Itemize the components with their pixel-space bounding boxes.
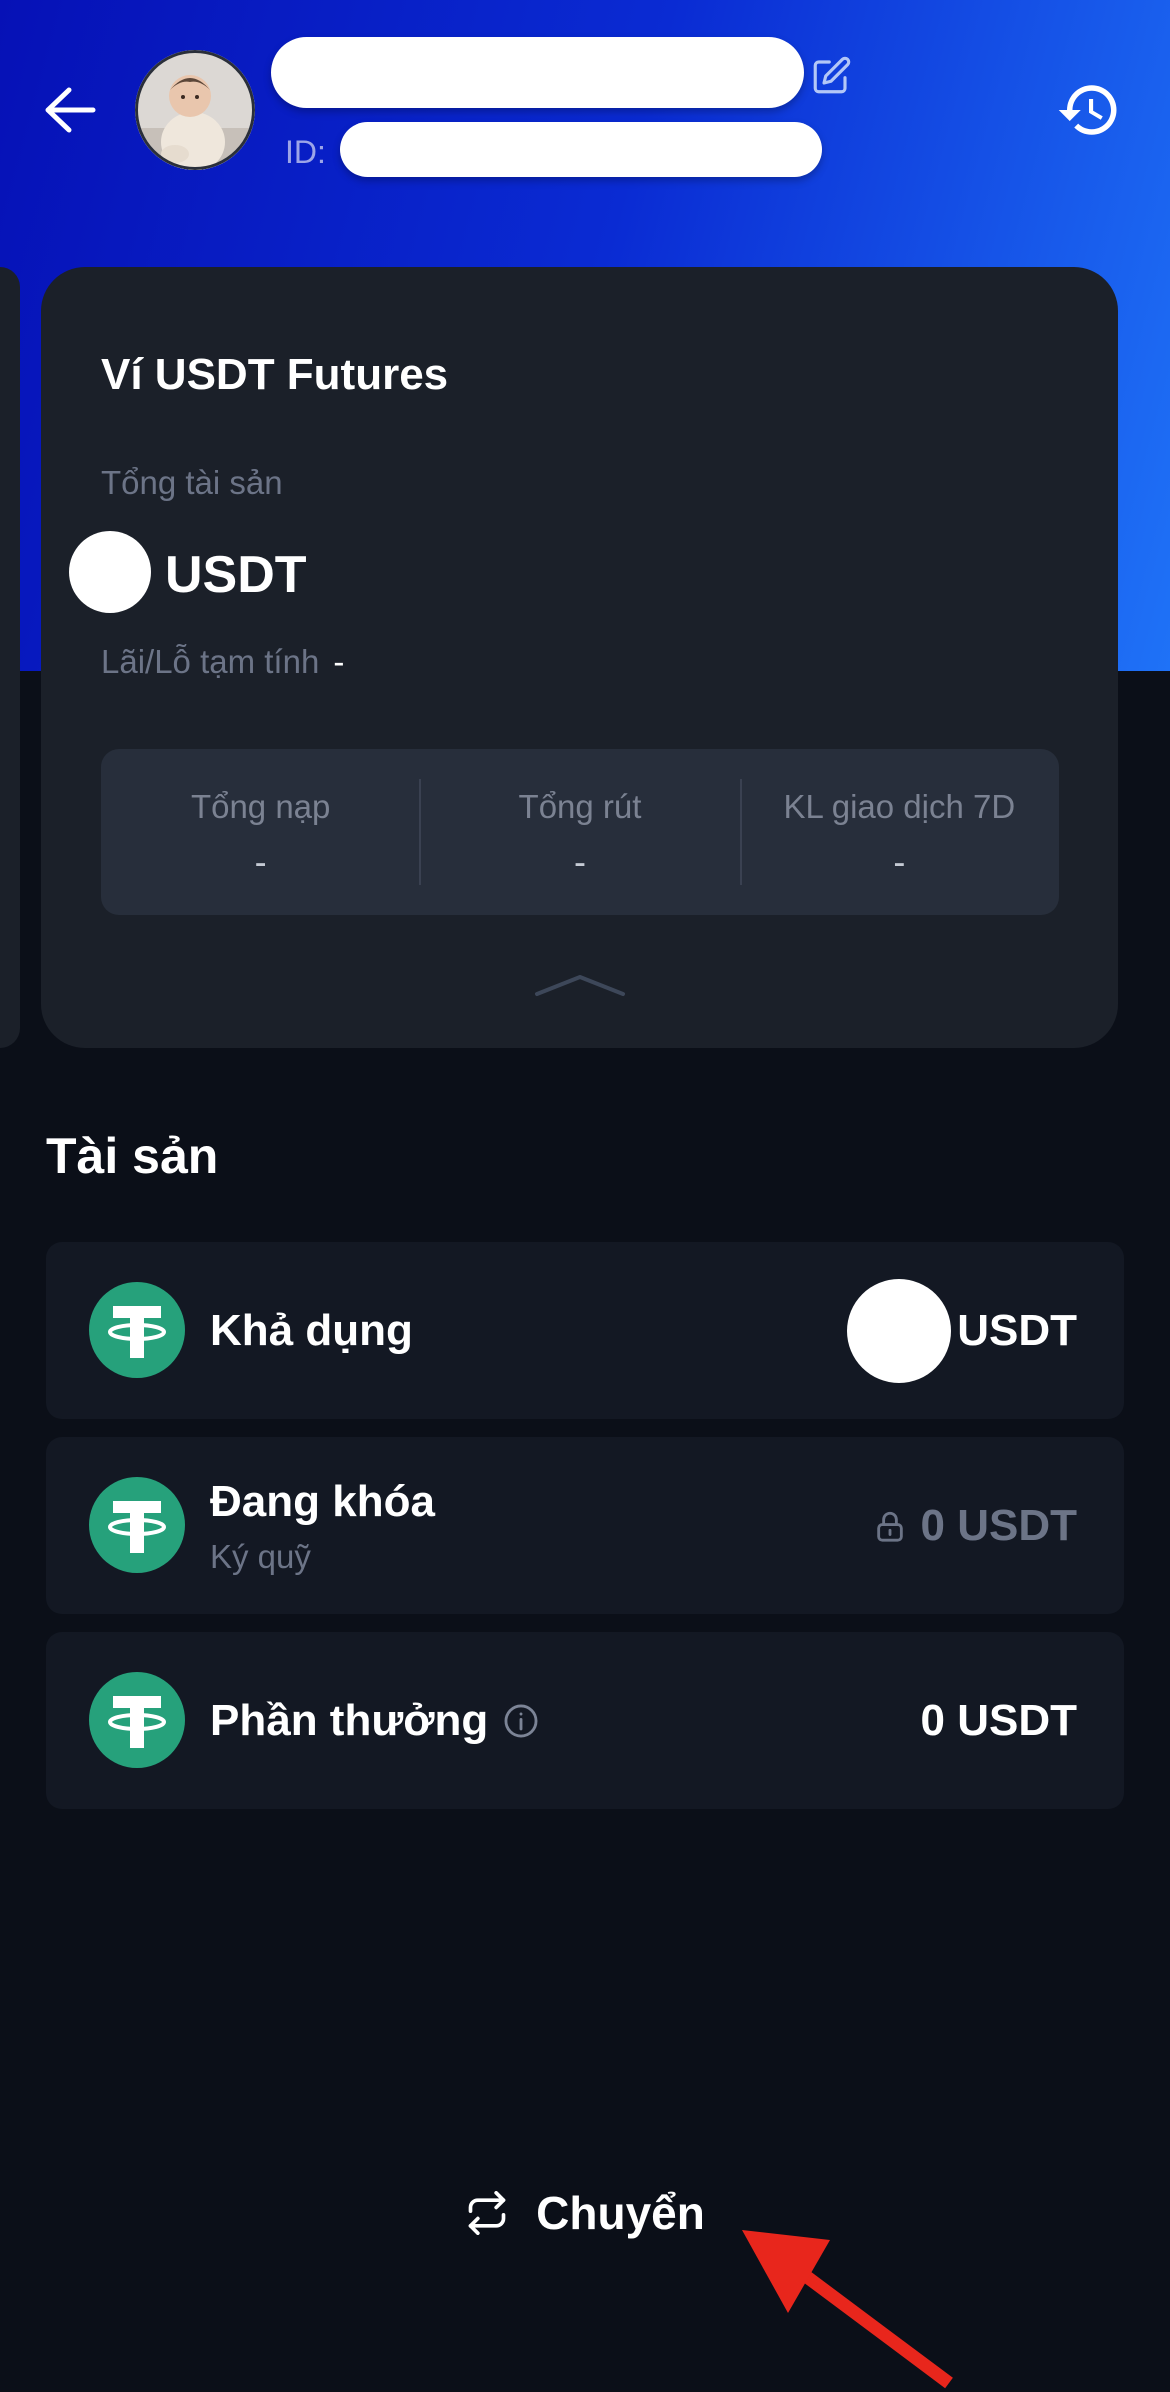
asset-value-text: 0 USDT — [920, 1695, 1077, 1745]
previous-wallet-card[interactable] — [0, 267, 20, 1048]
stat-volume-7d: KL giao dịch 7D - — [740, 749, 1059, 915]
stat-label: Tổng rút — [518, 788, 642, 825]
edit-name-button[interactable] — [810, 55, 852, 97]
pnl-value: - — [333, 643, 345, 680]
swap-icon — [465, 2191, 509, 2235]
asset-value: 0 USDT — [921, 1632, 1077, 1809]
asset-row-text: Phần thưởng — [210, 1632, 540, 1809]
asset-value: 0 USDT — [873, 1437, 1077, 1614]
stats-divider — [740, 779, 742, 885]
total-assets-unit: USDT — [165, 546, 307, 604]
avatar[interactable] — [135, 50, 255, 170]
stat-value: - — [254, 841, 267, 882]
redacted-id — [340, 122, 822, 177]
transfer-button[interactable]: Chuyển — [46, 2142, 1124, 2284]
asset-value: USDT — [847, 1242, 1077, 1419]
asset-label: Đang khóa — [210, 1476, 435, 1526]
asset-label: Phần thưởng — [210, 1695, 489, 1745]
stat-total-withdraw: Tổng rút - — [420, 749, 739, 915]
stat-value: - — [573, 841, 586, 882]
stat-label: Tổng nạp — [190, 788, 331, 825]
redacted-available-amount — [847, 1278, 952, 1383]
info-icon[interactable] — [502, 1702, 540, 1740]
collapse-button[interactable] — [534, 972, 626, 998]
asset-row-text: Khả dụng — [210, 1242, 413, 1419]
total-assets-label: Tổng tài sản — [101, 464, 283, 501]
id-label: ID: — [285, 134, 326, 170]
pnl-label: Lãi/Lỗ tạm tính — [101, 643, 320, 680]
transfer-label: Chuyển — [536, 2187, 705, 2239]
asset-row-text: Đang khóa Ký quỹ — [210, 1437, 435, 1614]
redacted-total-assets — [69, 531, 151, 613]
pnl-row: Lãi/Lỗ tạm tính - — [101, 645, 344, 679]
wallet-card[interactable]: Ví USDT Futures Tổng tài sản USDT Lãi/Lỗ… — [41, 267, 1118, 1048]
chevron-up-icon — [534, 972, 626, 998]
asset-sublabel: Ký quỹ — [210, 1537, 311, 1575]
back-button[interactable] — [43, 85, 97, 135]
asset-value-text: USDT — [957, 1305, 1077, 1355]
stat-value: - — [893, 841, 906, 882]
stats-box: Tổng nạp - Tổng rút - KL giao dịch 7D - — [101, 749, 1059, 915]
edit-icon — [810, 55, 852, 97]
asset-row-locked: Đang khóa Ký quỹ 0 USDT — [46, 1437, 1124, 1614]
tether-icon — [89, 1477, 185, 1573]
asset-row-rewards: Phần thưởng 0 USDT — [46, 1632, 1124, 1809]
asset-label: Khả dụng — [210, 1305, 413, 1355]
wallet-title: Ví USDT Futures — [101, 350, 449, 399]
lock-icon — [873, 1509, 907, 1543]
assets-heading: Tài sản — [46, 1128, 219, 1184]
stats-divider — [419, 779, 421, 885]
redacted-name — [271, 37, 804, 108]
tether-icon — [89, 1672, 185, 1768]
history-button[interactable] — [1056, 77, 1122, 143]
asset-value-text: 0 USDT — [920, 1500, 1077, 1550]
asset-label-line: Phần thưởng — [210, 1696, 540, 1746]
arrow-left-icon — [43, 85, 97, 135]
asset-row-available: Khả dụng USDT — [46, 1242, 1124, 1419]
history-icon — [1056, 77, 1122, 143]
stat-label: KL giao dịch 7D — [783, 788, 1016, 825]
stat-total-deposit: Tổng nạp - — [101, 749, 420, 915]
tether-icon — [89, 1282, 185, 1378]
